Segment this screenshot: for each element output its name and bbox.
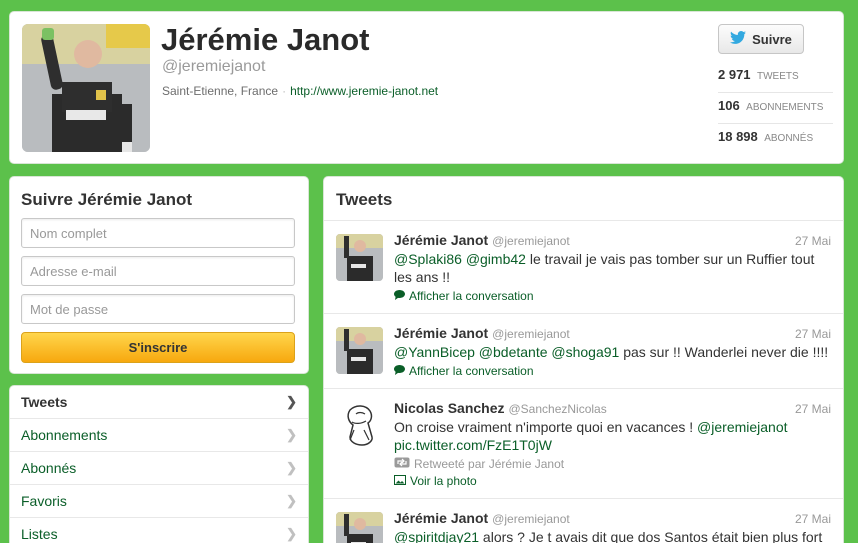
tweet-photo-link[interactable]: pic.twitter.com/FzE1T0jW [394, 437, 552, 453]
tweet-mention[interactable]: @shoga91 [551, 344, 619, 360]
nav-item-label: Favoris [21, 493, 67, 509]
retweeted-by: Retweeté par Jérémie Janot [394, 457, 831, 471]
tweet-mention[interactable]: @jeremiejanot [697, 419, 787, 435]
nav-item-label: Tweets [21, 394, 68, 410]
show-conversation-label: Afficher la conversation [409, 364, 534, 378]
password-input[interactable] [21, 294, 295, 324]
show-conversation-link[interactable]: Afficher la conversation [394, 364, 831, 378]
tweet-author-name[interactable]: Jérémie Janot [394, 325, 488, 341]
profile-avatar[interactable] [22, 24, 150, 152]
full-name-input[interactable] [21, 218, 295, 248]
stat-number: 18 898 [718, 129, 758, 144]
profile-handle: @jeremiejanot [162, 58, 266, 75]
nav-item-favorites[interactable]: Favoris ❯ [10, 485, 308, 518]
tweet-author-name[interactable]: Nicolas Sanchez [394, 400, 505, 416]
tweet-body: alors ? Je t avais dit que dos Santos ét… [479, 529, 823, 543]
profile-url[interactable]: http://www.jeremie-janot.net [290, 84, 438, 98]
tweet-avatar[interactable] [336, 234, 383, 281]
nav-item-followers[interactable]: Abonnés ❯ [10, 452, 308, 485]
show-conversation-link[interactable]: Afficher la conversation [394, 289, 831, 303]
stat-number: 2 971 [718, 67, 751, 82]
stat-following[interactable]: 106 ABONNEMENTS [718, 93, 833, 124]
tweet-author-handle[interactable]: @jeremiejanot [492, 327, 570, 341]
retweeted-by-label: Retweeté par Jérémie Janot [414, 457, 565, 471]
signup-title: Suivre Jérémie Janot [21, 190, 193, 209]
tweet-item[interactable]: Jérémie Janot @jeremiejanot 27 Mai @Spla… [324, 221, 843, 314]
stat-label: ABONNEMENTS [746, 102, 824, 113]
tweets-timeline: Tweets Jérémie Janot @jeremiejanot 27 Ma… [323, 176, 844, 543]
show-conversation-label: Afficher la conversation [409, 289, 534, 303]
view-photo-link[interactable]: Voir la photo [394, 474, 831, 488]
tweet-avatar[interactable] [336, 327, 383, 374]
chevron-right-icon: ❯ [286, 493, 297, 508]
tweet-text: @Splaki86 @gimb42 le travail je vais pas… [394, 250, 831, 286]
tweet-author-handle[interactable]: @jeremiejanot [492, 512, 570, 526]
profile-header: Jérémie Janot @jeremiejanot Saint-Etienn… [9, 11, 844, 164]
retweet-icon [394, 457, 410, 471]
tweet-text: @spiritdjay21 alors ? Je t avais dit que… [394, 528, 831, 543]
follow-button-label: Suivre [752, 31, 792, 47]
separator-dot: · [282, 84, 287, 98]
tweet-avatar[interactable] [336, 402, 383, 449]
speech-bubble-icon [394, 364, 405, 378]
tweet-timestamp[interactable]: 27 Mai [795, 512, 831, 526]
stat-number: 106 [718, 98, 740, 113]
speech-bubble-icon [394, 289, 405, 303]
nav-item-label: Abonnés [21, 460, 77, 476]
nav-item-label: Listes [21, 526, 58, 542]
nav-item-lists[interactable]: Listes ❯ [10, 518, 308, 543]
signup-box: Suivre Jérémie Janot S'inscrire [9, 176, 309, 374]
follow-button[interactable]: Suivre [718, 24, 804, 54]
stat-label: TWEETS [757, 71, 799, 82]
tweet-mention[interactable]: @spiritdjay21 [394, 529, 479, 543]
profile-location: Saint-Etienne, France [162, 84, 279, 98]
stat-followers[interactable]: 18 898 ABONNÉS [718, 124, 833, 155]
tweet-timestamp[interactable]: 27 Mai [795, 402, 831, 416]
profile-nav: Tweets ❯ Abonnements ❯ Abonnés ❯ Favoris ❯ L… [9, 385, 309, 543]
stat-label: ABONNÉS [764, 133, 814, 144]
profile-location-line: Saint-Etienne, France · http://www.jeremie… [162, 84, 438, 98]
tweet-mention[interactable]: @bdetante [479, 344, 548, 360]
chevron-right-icon: ❯ [286, 427, 297, 442]
profile-stats: 2 971 TWEETS 106 ABONNEMENTS 18 898 ABON… [718, 62, 833, 155]
chevron-right-icon: ❯ [286, 394, 297, 409]
tweet-item[interactable]: Jérémie Janot @jeremiejanot 27 Mai @spir… [324, 499, 843, 543]
signup-button[interactable]: S'inscrire [21, 332, 295, 363]
tweet-mention[interactable]: @gimb42 [466, 251, 526, 267]
tweet-body: On croise vraiment n'importe quoi en vac… [394, 419, 698, 435]
stat-tweets[interactable]: 2 971 TWEETS [718, 62, 833, 93]
tweet-text: @YannBicep @bdetante @shoga91 pas sur !!… [394, 343, 831, 361]
tweet-author-handle[interactable]: @jeremiejanot [492, 234, 570, 248]
chevron-right-icon: ❯ [286, 460, 297, 475]
tweet-timestamp[interactable]: 27 Mai [795, 327, 831, 341]
timeline-title: Tweets [324, 177, 843, 221]
tweet-text: On croise vraiment n'importe quoi en vac… [394, 418, 831, 454]
twitter-bird-icon [730, 31, 747, 47]
chevron-right-icon: ❯ [286, 526, 297, 541]
nav-item-tweets[interactable]: Tweets ❯ [10, 386, 308, 419]
tweet-item[interactable]: Nicolas Sanchez @SanchezNicolas 27 Mai O… [324, 389, 843, 499]
tweet-avatar[interactable] [336, 512, 383, 543]
tweet-timestamp[interactable]: 27 Mai [795, 234, 831, 248]
nav-item-label: Abonnements [21, 427, 108, 443]
tweet-author-name[interactable]: Jérémie Janot [394, 232, 488, 248]
tweet-item[interactable]: Jérémie Janot @jeremiejanot 27 Mai @Yann… [324, 314, 843, 389]
tweet-body: pas sur !! Wanderlei never die !!!! [619, 344, 829, 360]
profile-name: Jérémie Janot [161, 22, 370, 57]
nav-item-following[interactable]: Abonnements ❯ [10, 419, 308, 452]
tweet-mention[interactable]: @Splaki86 [394, 251, 462, 267]
tweet-author-name[interactable]: Jérémie Janot [394, 510, 488, 526]
email-input[interactable] [21, 256, 295, 286]
photo-icon [394, 474, 406, 488]
view-photo-label: Voir la photo [410, 474, 477, 488]
tweet-mention[interactable]: @YannBicep [394, 344, 475, 360]
tweet-author-handle[interactable]: @SanchezNicolas [509, 402, 607, 416]
